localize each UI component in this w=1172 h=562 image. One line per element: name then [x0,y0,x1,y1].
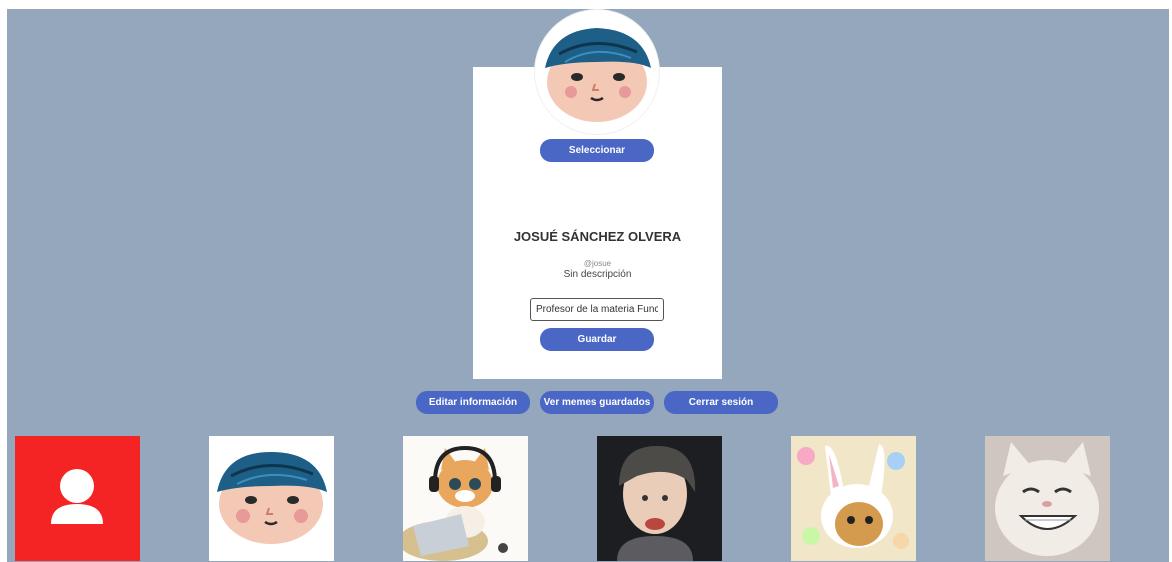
user-icon [15,436,140,561]
smiling-cat-icon [985,436,1110,561]
avatar-option-cat-bunny[interactable] [791,436,916,561]
profile-handle: @josue [583,259,612,268]
avatar-option-baby[interactable] [597,436,722,561]
profile-name: JOSUÉ SÁNCHEZ OLVERA [513,229,682,244]
cartoon-face-icon [545,28,651,122]
cat-headphones-icon [403,436,528,561]
edit-info-button[interactable]: Editar información [416,391,530,414]
avatar-option-cat-headphones[interactable] [403,436,528,561]
avatar-option-default[interactable] [15,436,140,561]
avatar-option-smiling-cat[interactable] [985,436,1110,561]
baby-photo-icon [597,436,722,561]
cartoon-face-icon [209,436,334,561]
profile-description: Sin descripción [563,269,632,280]
avatar-option-cartoon[interactable] [209,436,334,561]
logout-button[interactable]: Cerrar sesión [664,391,778,414]
save-button[interactable]: Guardar [540,328,654,351]
select-avatar-button[interactable]: Seleccionar [540,139,654,162]
profile-avatar[interactable] [535,10,659,134]
cat-bunny-ears-icon [791,436,916,561]
description-input[interactable] [530,298,664,321]
saved-memes-button[interactable]: Ver memes guardados [540,391,654,414]
